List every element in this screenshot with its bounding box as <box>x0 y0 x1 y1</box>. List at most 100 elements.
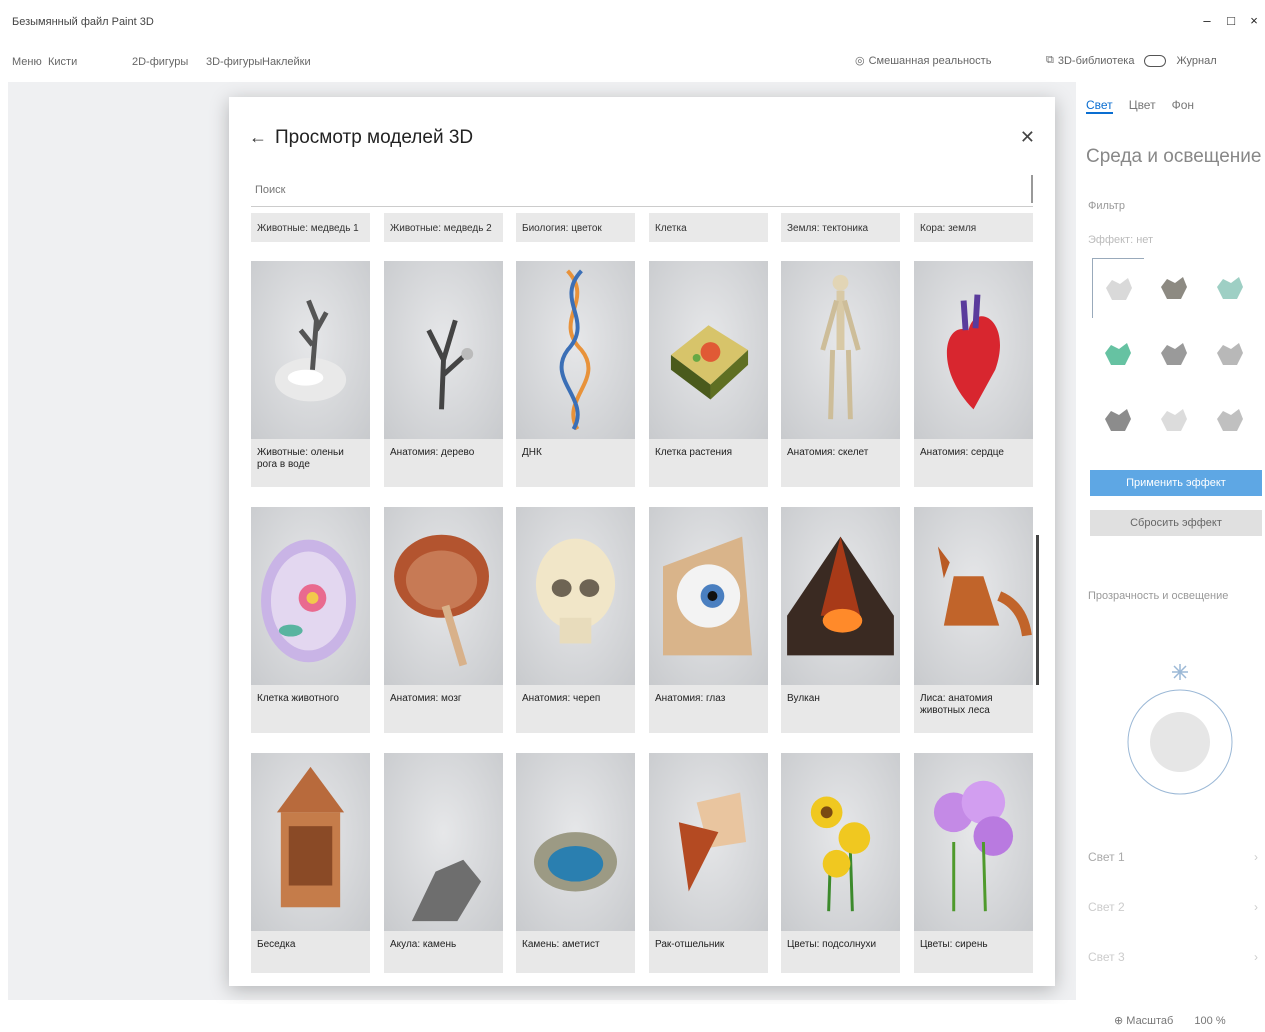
zoom-icon: ⊕ <box>1114 1015 1127 1027</box>
chevron-right-icon: › <box>1254 950 1258 964</box>
model-tile-partial[interactable]: Кора: земля <box>914 213 1033 242</box>
light-row-3[interactable]: Свет 3 › <box>1088 950 1258 970</box>
model-tile[interactable]: Цветы: сирень <box>914 753 1033 973</box>
model-thumbnail <box>384 507 503 685</box>
model-tile[interactable]: Лиса: анатомия животных леса <box>914 507 1033 733</box>
model-thumbnail <box>251 507 370 685</box>
model-tile-partial[interactable]: Животные: медведь 2 <box>384 213 503 242</box>
model-tile-partial[interactable]: Земля: тектоника <box>781 213 900 242</box>
maximize-button[interactable]: □ <box>1220 13 1242 28</box>
model-tile-partial[interactable]: Биология: цветок <box>516 213 635 242</box>
model-thumbnail <box>251 753 370 931</box>
model-thumbnail <box>516 261 635 439</box>
effect-swatch[interactable] <box>1204 258 1256 318</box>
model-tile[interactable]: Анатомия: глаз <box>649 507 768 733</box>
effect-swatch[interactable] <box>1148 324 1200 384</box>
light-row-label: Свет 1 <box>1088 850 1125 864</box>
reset-effect-button[interactable]: Сбросить эффект <box>1090 510 1262 536</box>
model-tile-label: Камень: аметист <box>522 939 600 950</box>
effect-swatch[interactable] <box>1148 390 1200 450</box>
model-tile-label: Анатомия: скелет <box>787 447 869 458</box>
model-thumbnail <box>384 753 503 931</box>
model-tile[interactable]: ДНК <box>516 261 635 487</box>
model-thumbnail <box>649 261 768 439</box>
mixed-reality-label: Смешанная реальность <box>868 54 992 67</box>
close-window-button[interactable]: × <box>1243 13 1265 28</box>
light-direction-dial[interactable] <box>1124 662 1236 822</box>
chevron-right-icon: › <box>1254 900 1258 914</box>
effect-swatch[interactable] <box>1092 324 1144 384</box>
light-row-1[interactable]: Свет 1 › <box>1088 850 1258 870</box>
menu-item-stickers[interactable]: Наклейки <box>262 56 311 68</box>
effect-swatch[interactable] <box>1092 390 1144 450</box>
model-tile-label: Беседка <box>257 939 296 950</box>
model-tile[interactable]: Анатомия: скелет <box>781 261 900 487</box>
menu-item-brushes[interactable]: Кисти <box>48 56 77 68</box>
mixed-reality-icon: ◎ <box>855 55 865 67</box>
model-tile-label: Анатомия: дерево <box>390 447 475 458</box>
model-tile[interactable]: Камень: аметист <box>516 753 635 973</box>
model-tile-label: Анатомия: глаз <box>655 693 726 704</box>
toggle-switch-icon[interactable] <box>1144 54 1167 67</box>
model-tile-label: Акула: камень <box>390 939 457 950</box>
effect-swatch[interactable] <box>1204 324 1256 384</box>
minimize-button[interactable]: – <box>1196 13 1218 28</box>
history-label: Журнал <box>1176 54 1217 67</box>
search-box <box>251 173 1033 207</box>
model-tile-label: Цветы: сирень <box>920 939 988 950</box>
model-tile-label: Анатомия: мозг <box>390 693 462 704</box>
effect-swatch[interactable] <box>1092 258 1144 318</box>
model-library-dialog: ← Просмотр моделей 3D ✕ Животные: медвед… <box>229 97 1055 986</box>
effect-swatch[interactable] <box>1148 258 1200 318</box>
filter-label: Фильтр <box>1088 200 1125 212</box>
model-tile-label: Вулкан <box>787 693 820 704</box>
sun-icon <box>1172 664 1188 680</box>
tab-light[interactable]: Свет <box>1086 98 1113 114</box>
model-tile-label: ДНК <box>522 447 542 458</box>
model-thumbnail <box>649 753 768 931</box>
model-thumbnail <box>384 261 503 439</box>
window-title: Безымянный файл Paint 3D <box>12 16 154 28</box>
close-dialog-icon[interactable]: ✕ <box>1020 127 1035 148</box>
menu-item-2d-shapes[interactable]: 2D-фигуры <box>132 56 188 68</box>
mixed-reality-button[interactable]: ◎ Смешанная реальность <box>855 54 992 68</box>
model-tile-label: Животные: оленьи рога в воде <box>257 447 344 470</box>
model-tile-label: Животные: медведь 2 <box>390 223 492 234</box>
model-tile-partial[interactable]: Животные: медведь 1 <box>251 213 370 242</box>
model-tile[interactable]: Акула: камень <box>384 753 503 973</box>
light-row-label: Свет 2 <box>1088 900 1125 914</box>
model-tile[interactable]: Животные: оленьи рога в воде <box>251 261 370 487</box>
tab-background[interactable]: Фон <box>1172 98 1194 114</box>
library-button[interactable]: ⧉ 3D-библиотека Журнал <box>1046 54 1217 67</box>
menu-item-menu[interactable]: Меню <box>12 56 42 68</box>
model-tile[interactable]: Вулкан <box>781 507 900 733</box>
model-tile[interactable]: Анатомия: дерево <box>384 261 503 487</box>
model-tile-partial[interactable]: Клетка <box>649 213 768 242</box>
apply-effect-button[interactable]: Применить эффект <box>1090 470 1262 496</box>
chevron-right-icon: › <box>1254 850 1258 864</box>
model-tile-label: Анатомия: сердце <box>920 447 1004 458</box>
model-tile[interactable]: Клетка животного <box>251 507 370 733</box>
menu-bar: Меню Кисти 2D-фигуры 3D-фигуры Наклейки … <box>0 44 1265 78</box>
search-input[interactable] <box>251 173 1033 206</box>
zoom-control[interactable]: ⊕ Масштаб 100 % <box>1114 1014 1226 1027</box>
model-tile[interactable]: Беседка <box>251 753 370 973</box>
back-arrow-icon[interactable]: ← <box>249 127 267 148</box>
model-tile[interactable]: Анатомия: мозг <box>384 507 503 733</box>
properties-pane: Свет Цвет Фон Среда и освещение Фильтр Э… <box>1080 82 1265 1000</box>
scrollbar-thumb[interactable] <box>1036 535 1039 685</box>
model-tile[interactable]: Анатомия: череп <box>516 507 635 733</box>
effect-swatch[interactable] <box>1204 390 1256 450</box>
model-tile[interactable]: Клетка растения <box>649 261 768 487</box>
model-tile[interactable]: Рак-отшельник <box>649 753 768 973</box>
tab-color[interactable]: Цвет <box>1129 98 1156 114</box>
title-bar: Безымянный файл Paint 3D – □ × <box>0 0 1265 40</box>
model-thumbnail <box>649 507 768 685</box>
pane-title: Среда и освещение <box>1086 146 1262 167</box>
model-tile[interactable]: Цветы: подсолнухи <box>781 753 900 973</box>
model-tile-label: Лиса: анатомия животных леса <box>920 693 993 716</box>
menu-item-3d-shapes[interactable]: 3D-фигуры <box>206 56 262 68</box>
light-row-2[interactable]: Свет 2 › <box>1088 900 1258 920</box>
model-tile-label: Животные: медведь 1 <box>257 223 359 234</box>
model-tile[interactable]: Анатомия: сердце <box>914 261 1033 487</box>
